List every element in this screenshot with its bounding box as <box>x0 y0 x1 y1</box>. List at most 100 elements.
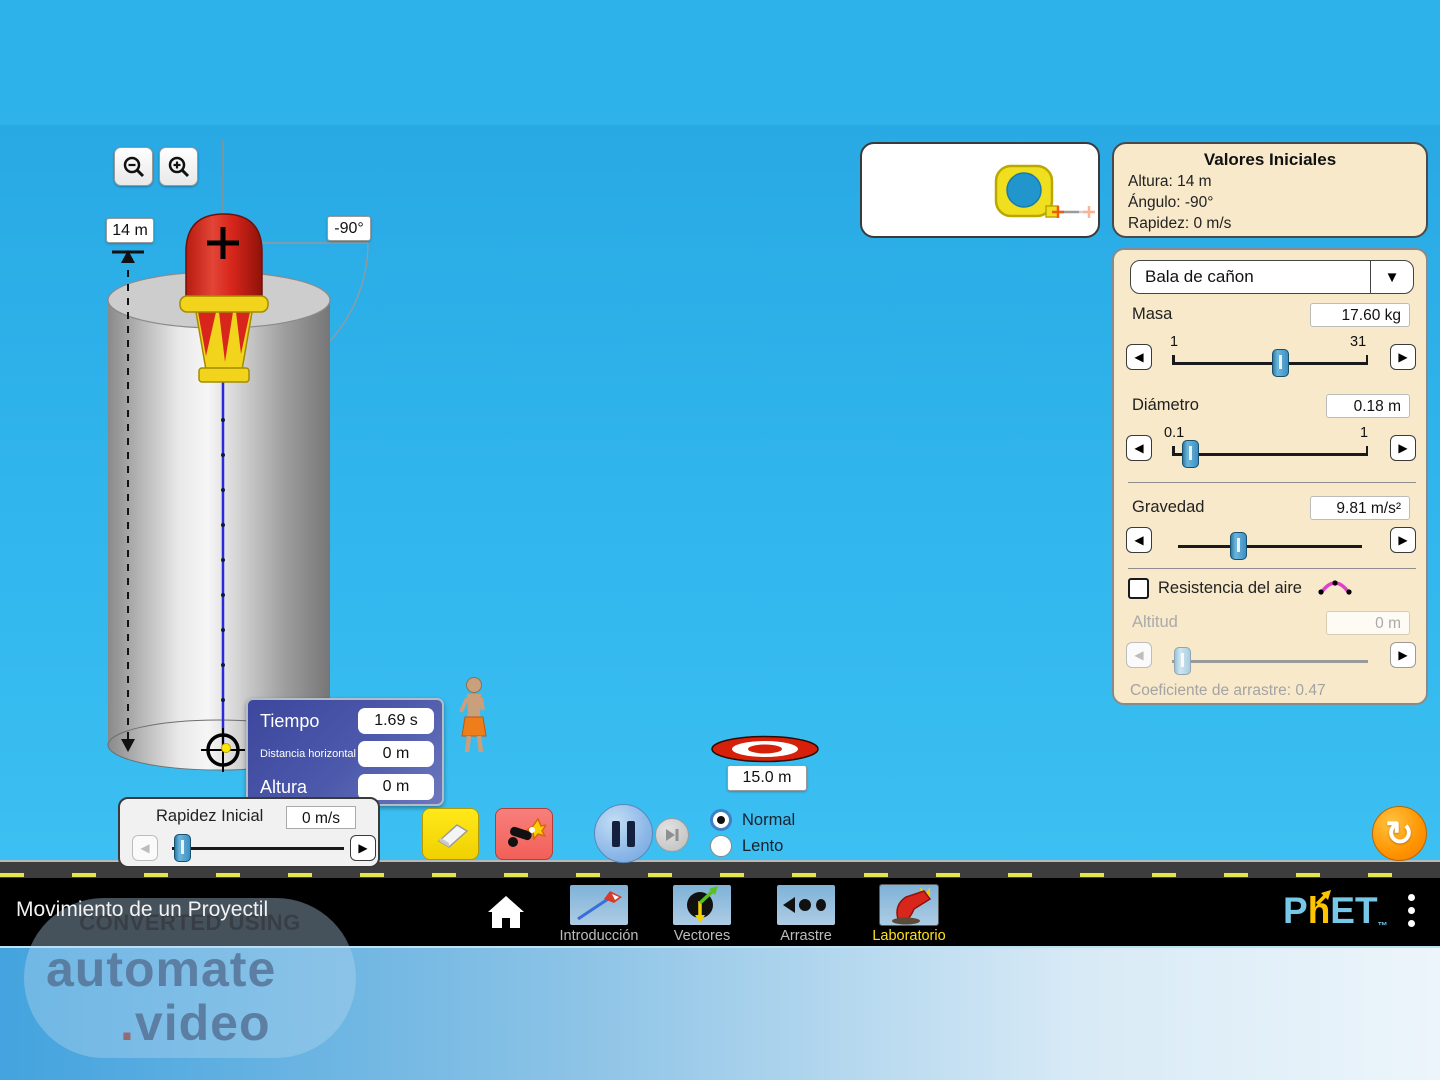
altitude-label: Altitud <box>1132 613 1178 632</box>
initial-speed-panel: Rapidez Inicial 0 m/s ◀ ▶ <box>118 797 380 868</box>
home-button[interactable] <box>487 894 525 930</box>
gravity-label: Gravedad <box>1132 498 1204 517</box>
erase-trajectories-button[interactable] <box>422 808 479 860</box>
radio-selected-icon <box>710 809 732 831</box>
plus-magnifier-icon <box>167 155 191 179</box>
projectile-dropdown[interactable]: Bala de cañon ▼ <box>1130 260 1414 294</box>
altitude-decrement-button[interactable]: ◀ <box>1126 642 1152 668</box>
projectile-control-panel: Bala de cañon ▼ Masa 17.60 kg 1 31 ◀ ▶ D… <box>1112 248 1428 705</box>
drag-arc-icon <box>1318 577 1352 597</box>
altitude-increment-button[interactable]: ▶ <box>1390 642 1416 668</box>
panel-divider <box>1128 482 1416 483</box>
diameter-decrement-button[interactable]: ◀ <box>1126 435 1152 461</box>
panel-divider <box>1128 568 1416 569</box>
speed-normal-radio[interactable]: Normal <box>710 809 795 831</box>
pause-icon <box>612 821 620 847</box>
phet-projectile-sim: 14 m -90° Valores Iniciales Altura: 14 m… <box>0 0 1440 1080</box>
mass-decrement-button[interactable]: ◀ <box>1126 344 1152 370</box>
tracker-time-value: 1.69 s <box>358 708 434 734</box>
watermark-pill: CONVERTED USING automate .video <box>24 898 356 1058</box>
air-resistance-checkbox[interactable] <box>1128 578 1149 599</box>
tab-label: Laboratorio <box>859 928 959 944</box>
tracker-time-label: Tiempo <box>260 711 319 732</box>
gravity-increment-button[interactable]: ▶ <box>1390 527 1416 553</box>
diameter-slider-track[interactable] <box>1172 453 1368 456</box>
altitude-slider-thumb[interactable] <box>1174 647 1191 675</box>
diameter-value: 0.18 m <box>1326 394 1410 418</box>
step-button[interactable] <box>655 818 689 852</box>
initial-angle-text: Ángulo: -90° <box>1128 194 1412 212</box>
initial-values-title: Valores Iniciales <box>1128 150 1412 170</box>
initial-speed-label: Rapidez Inicial <box>156 807 263 826</box>
gravity-slider-track[interactable] <box>1178 545 1362 548</box>
eraser-icon <box>431 819 471 849</box>
speed-slider-track[interactable] <box>172 847 344 850</box>
gravity-decrement-button[interactable]: ◀ <box>1126 527 1152 553</box>
speed-increment-button[interactable]: ▶ <box>350 835 376 861</box>
altitude-slider-track[interactable] <box>1172 660 1368 663</box>
mass-label: Masa <box>1132 305 1172 324</box>
speed-slow-radio[interactable]: Lento <box>710 835 783 857</box>
tab-vectores-thumbnail <box>673 885 731 925</box>
measuring-tape-icon[interactable] <box>990 162 1098 228</box>
person-figure <box>461 678 486 753</box>
tab-laboratorio[interactable]: Laboratorio <box>859 885 959 944</box>
tracker-readout[interactable]: Tiempo 1.69 s Distancia horizontal 0 m A… <box>246 698 444 806</box>
initial-values-panel: Valores Iniciales Altura: 14 m Ángulo: -… <box>1112 142 1428 238</box>
step-forward-icon <box>664 827 680 843</box>
gravity-slider-thumb[interactable] <box>1230 532 1247 560</box>
restart-button[interactable]: ↻ <box>1372 806 1427 861</box>
minus-magnifier-icon <box>122 155 146 179</box>
tab-label: Vectores <box>652 928 752 944</box>
zoom-in-button[interactable] <box>159 147 198 186</box>
radio-unselected-icon <box>710 835 732 857</box>
menu-dots-button[interactable] <box>1408 894 1415 927</box>
drag-coefficient-text: Coeficiente de arrastre: 0.47 <box>1130 682 1326 700</box>
watermark-brand: automate <box>46 940 276 998</box>
phet-logo-p: P <box>1283 890 1308 931</box>
diameter-slider-thumb[interactable] <box>1182 440 1199 468</box>
fire-cannon-icon <box>502 817 546 851</box>
tracker-range-label: Distancia horizontal <box>260 748 356 760</box>
speed-decrement-button[interactable]: ◀ <box>132 835 158 861</box>
altitude-value: 0 m <box>1326 611 1410 635</box>
target-distance-label: 15.0 m <box>727 765 807 791</box>
tab-arrastre[interactable]: Arrastre <box>756 885 856 944</box>
pause-button[interactable] <box>594 804 653 863</box>
phet-arrow-icon <box>1315 890 1335 906</box>
chevron-down-icon: ▼ <box>1370 261 1413 293</box>
tracker-height-label: Altura <box>260 777 307 798</box>
mass-min-label: 1 <box>1170 334 1178 350</box>
home-icon <box>488 896 524 928</box>
phet-logo-tm: ™ <box>1378 921 1388 932</box>
diameter-label: Diámetro <box>1132 396 1199 415</box>
diameter-increment-button[interactable]: ▶ <box>1390 435 1416 461</box>
target[interactable] <box>712 737 818 762</box>
toolbox-panel <box>860 142 1100 238</box>
tab-label: Introducción <box>549 928 649 944</box>
tab-laboratorio-thumbnail <box>880 885 938 925</box>
phet-logo-et: ET <box>1330 890 1377 931</box>
mass-max-label: 31 <box>1350 334 1366 350</box>
fire-cannon-button[interactable] <box>495 808 553 860</box>
tab-vectores[interactable]: Vectores <box>652 885 752 944</box>
diameter-min-label: 0.1 <box>1164 425 1184 441</box>
projectile-dropdown-value: Bala de cañon <box>1131 267 1370 287</box>
mass-slider-thumb[interactable] <box>1272 349 1289 377</box>
gravity-value: 9.81 m/s² <box>1310 496 1410 520</box>
phet-logo[interactable]: PhET™ <box>1283 890 1388 932</box>
tab-label: Arrastre <box>756 928 856 944</box>
restart-icon: ↻ <box>1385 817 1414 851</box>
initial-speed-value: 0 m/s <box>286 806 356 829</box>
mass-increment-button[interactable]: ▶ <box>1390 344 1416 370</box>
watermark-brand-tld: .video <box>120 994 271 1052</box>
height-label: 14 m <box>106 218 154 243</box>
angle-label: -90° <box>327 216 371 241</box>
sim-title: Movimiento de un Proyectil <box>16 898 268 922</box>
zoom-out-button[interactable] <box>114 147 153 186</box>
tab-introduccion-thumbnail <box>570 885 628 925</box>
slow-label: Lento <box>742 837 783 856</box>
speed-slider-thumb[interactable] <box>174 834 191 862</box>
tab-introduccion[interactable]: Introducción <box>549 885 649 944</box>
mass-slider-track[interactable] <box>1172 362 1368 365</box>
